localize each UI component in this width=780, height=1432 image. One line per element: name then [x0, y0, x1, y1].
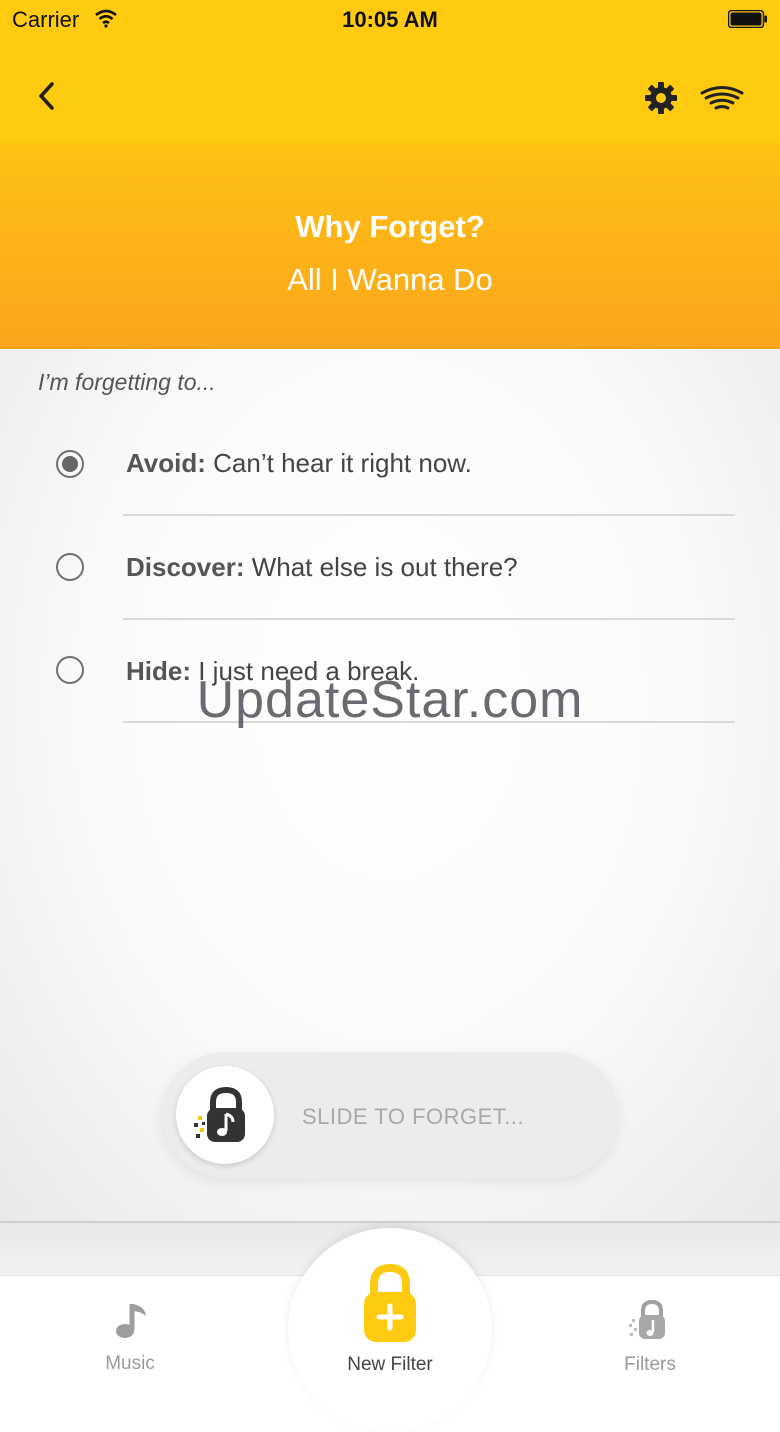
tab-new-filter[interactable]: New Filter	[320, 1262, 460, 1376]
chevron-left-icon	[39, 82, 54, 110]
option-name: Discover:	[126, 552, 245, 582]
lock-music-icon	[629, 1299, 665, 1339]
song-header: Why Forget? All I Wanna Do	[0, 143, 780, 349]
option-label: Avoid: Can’t hear it right now.	[126, 448, 472, 479]
navigation-bar	[0, 40, 780, 143]
battery-icon	[727, 9, 768, 29]
settings-button[interactable]	[643, 80, 679, 116]
tab-filters[interactable]: Filters	[580, 1297, 720, 1376]
header-title: Why Forget?	[295, 209, 485, 244]
divider	[123, 618, 735, 620]
tab-label: New Filter	[347, 1354, 433, 1375]
slide-to-forget-track[interactable]: SLIDE TO FORGET...	[162, 1052, 618, 1178]
option-description: What else is out there?	[244, 552, 518, 582]
slide-handle[interactable]	[176, 1066, 274, 1164]
divider	[123, 514, 735, 516]
tab-label: Filters	[624, 1354, 676, 1375]
status-bar: Carrier 10:05 AM	[0, 0, 780, 40]
option-label: Discover: What else is out there?	[126, 552, 518, 583]
prompt-text: I’m forgetting to...	[38, 369, 216, 395]
music-note-icon	[116, 1304, 146, 1338]
tab-music[interactable]: Music	[60, 1300, 200, 1375]
clock-time: 10:05 AM	[342, 7, 438, 32]
broadcast-button[interactable]	[700, 84, 744, 112]
radio-button-avoid[interactable]	[56, 450, 84, 478]
broadcast-icon	[700, 86, 744, 110]
watermark-text: UpdateStar.com	[196, 671, 584, 729]
option-description: Can’t hear it right now.	[205, 448, 472, 478]
tab-label: Music	[105, 1353, 155, 1374]
slide-label: SLIDE TO FORGET...	[302, 1104, 525, 1129]
lock-plus-icon	[364, 1263, 416, 1342]
lock-music-icon	[194, 1086, 245, 1142]
gear-icon	[645, 82, 677, 114]
option-discover[interactable]: Discover: What else is out there?	[0, 517, 780, 621]
song-title: All I Wanna Do	[287, 262, 493, 297]
back-button[interactable]	[32, 78, 64, 114]
option-avoid[interactable]: Avoid: Can’t hear it right now.	[0, 413, 780, 517]
option-name: Avoid:	[126, 448, 206, 478]
radio-button-discover[interactable]	[56, 553, 84, 581]
